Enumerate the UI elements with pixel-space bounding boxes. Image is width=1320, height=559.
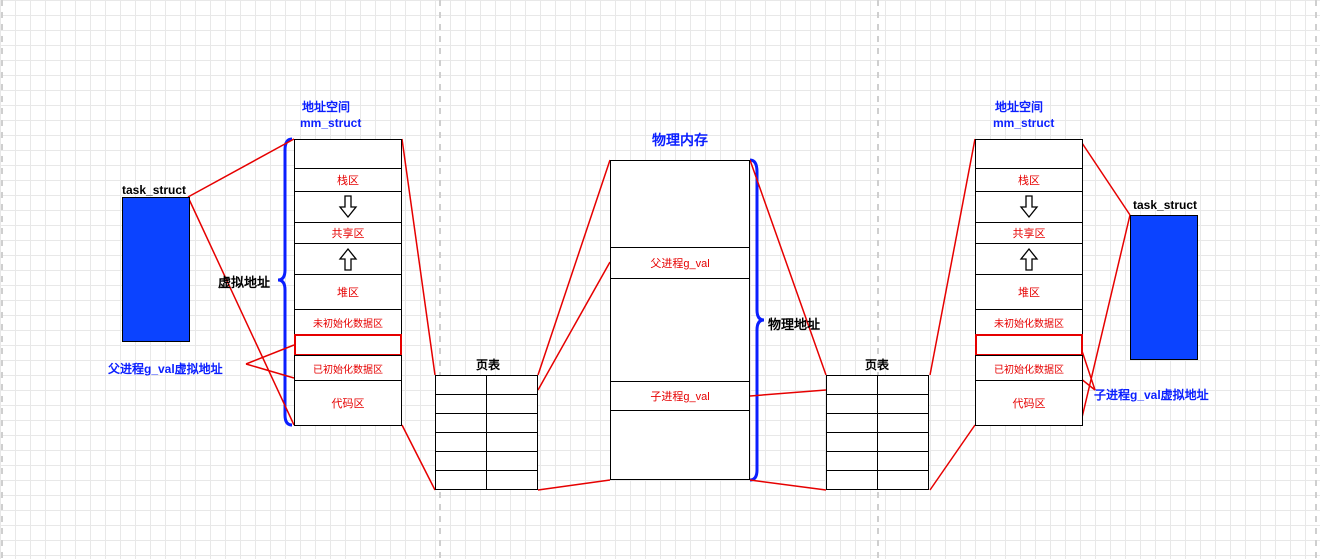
mm-right-empty-top [975, 139, 1083, 169]
label-page-table-left: 页表 [476, 356, 500, 373]
label-page-table-right: 页表 [865, 356, 889, 373]
mm-left-arrow-up-cell [294, 243, 402, 275]
mm-left-stack: 栈区 [294, 168, 402, 192]
mm-left-arrow-down-cell [294, 191, 402, 223]
ptl-r0c1 [486, 375, 538, 395]
label-task-struct-right: task_struct [1133, 198, 1197, 212]
mm-right-arrow-down-cell [975, 191, 1083, 223]
label-address-space-right: 地址空间 [995, 98, 1043, 115]
label-virtual-address: 虚拟地址 [218, 272, 270, 291]
ptl-r3c1 [486, 432, 538, 452]
ptl-r4c0 [435, 451, 487, 471]
mm-left-heap: 堆区 [294, 274, 402, 310]
ptr-r3c0 [826, 432, 878, 452]
task-struct-right-box[interactable] [1130, 215, 1198, 360]
ptl-r4c1 [486, 451, 538, 471]
ptl-r0c0 [435, 375, 487, 395]
label-task-struct-left: task_struct [122, 183, 186, 197]
phys-row-4 [610, 410, 750, 480]
ptr-r4c1 [877, 451, 929, 471]
mm-right-shared: 共享区 [975, 222, 1083, 244]
ptl-r5c0 [435, 470, 487, 490]
mm-right-heap: 堆区 [975, 274, 1083, 310]
ptr-r5c1 [877, 470, 929, 490]
ptr-r1c1 [877, 394, 929, 414]
label-physical-address: 物理地址 [768, 314, 820, 333]
mm-left-empty-top [294, 139, 402, 169]
label-mm-struct-left: mm_struct [300, 116, 361, 130]
arrow-down-icon [1019, 195, 1039, 219]
label-child-gval-vaddr: 子进程g_val虚拟地址 [1094, 386, 1209, 403]
arrow-up-icon [338, 247, 358, 271]
mm-left-data: 已初始化数据区 [294, 355, 402, 381]
ptr-r5c0 [826, 470, 878, 490]
ptl-r2c1 [486, 413, 538, 433]
ptl-r3c0 [435, 432, 487, 452]
ptl-r5c1 [486, 470, 538, 490]
ptl-r1c1 [486, 394, 538, 414]
mm-left-code: 代码区 [294, 380, 402, 426]
mm-right-arrow-up-cell [975, 243, 1083, 275]
mm-left-shared: 共享区 [294, 222, 402, 244]
mm-right-data: 已初始化数据区 [975, 355, 1083, 381]
mm-right-bss: 未初始化数据区 [975, 309, 1083, 335]
ptr-r2c0 [826, 413, 878, 433]
mm-right-code: 代码区 [975, 380, 1083, 426]
phys-row-2 [610, 278, 750, 382]
diagram-canvas[interactable]: 地址空间 mm_struct 地址空间 mm_struct 物理内存 task_… [0, 0, 1320, 559]
label-address-space-left: 地址空间 [302, 98, 350, 115]
mm-left-highlight [294, 334, 402, 356]
ptr-r2c1 [877, 413, 929, 433]
label-parent-gval-vaddr: 父进程g_val虚拟地址 [108, 360, 223, 377]
mm-left-bss: 未初始化数据区 [294, 309, 402, 335]
task-struct-left-box[interactable] [122, 197, 190, 342]
ptr-r0c1 [877, 375, 929, 395]
ptl-r1c0 [435, 394, 487, 414]
ptr-r4c0 [826, 451, 878, 471]
mm-right-stack: 栈区 [975, 168, 1083, 192]
ptr-r1c0 [826, 394, 878, 414]
phys-child-gval: 子进程g_val [610, 381, 750, 411]
arrow-down-icon [338, 195, 358, 219]
phys-row-0 [610, 160, 750, 248]
label-mm-struct-right: mm_struct [993, 116, 1054, 130]
arrow-up-icon [1019, 247, 1039, 271]
ptr-r3c1 [877, 432, 929, 452]
label-physical-memory: 物理内存 [652, 130, 708, 150]
ptr-r0c0 [826, 375, 878, 395]
mm-right-highlight [975, 334, 1083, 356]
ptl-r2c0 [435, 413, 487, 433]
phys-parent-gval: 父进程g_val [610, 247, 750, 279]
